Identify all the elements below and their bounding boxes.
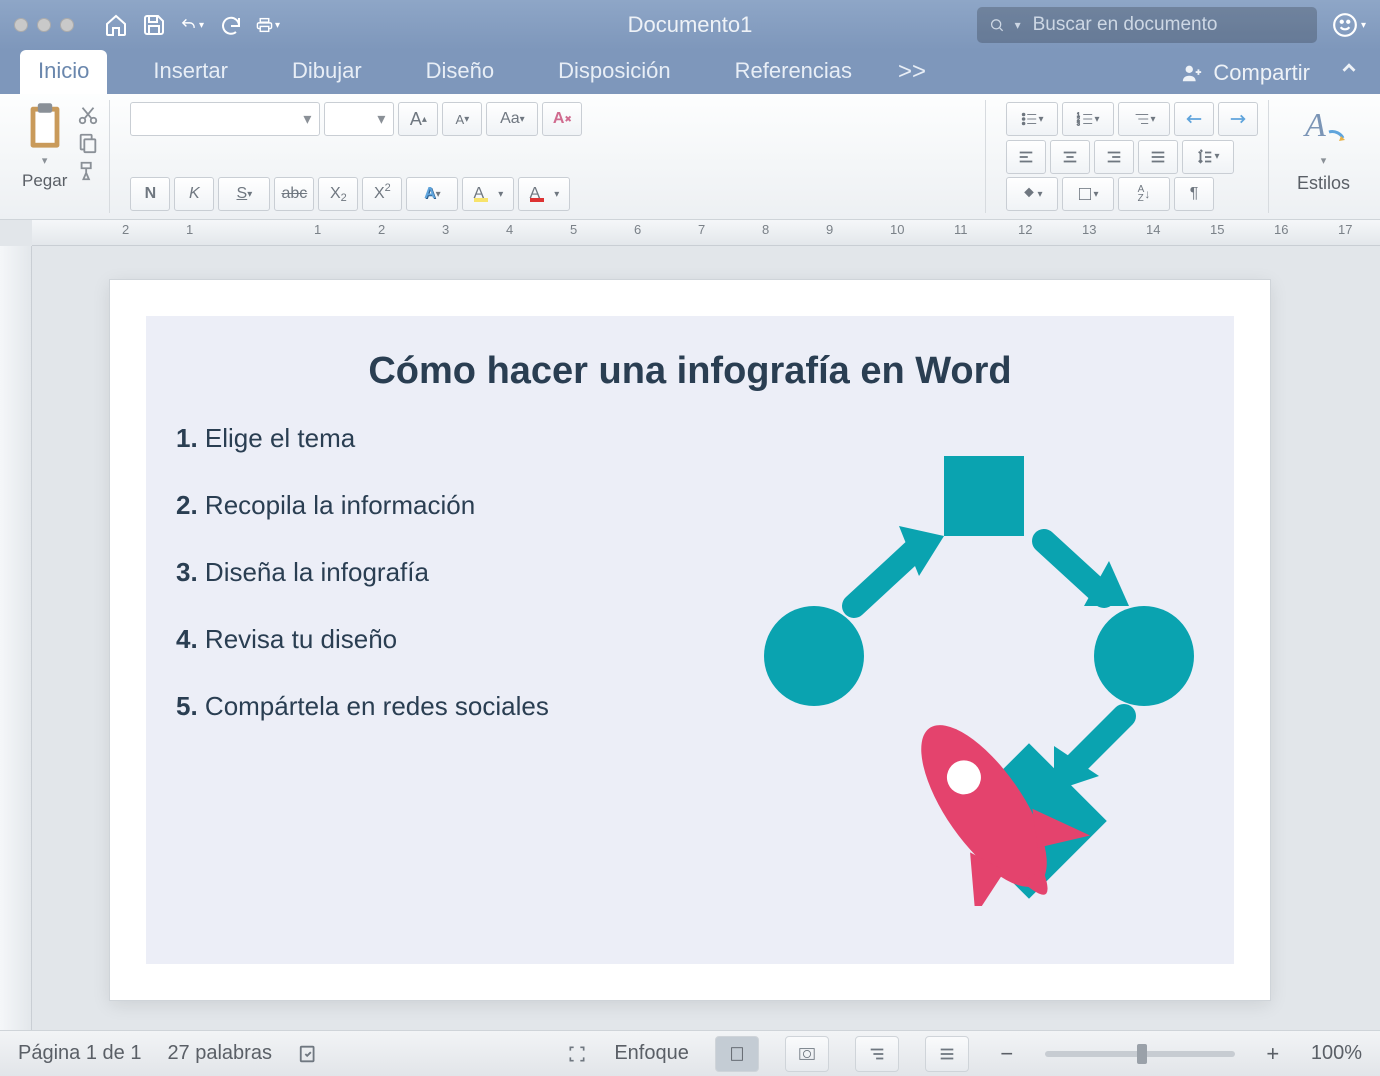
print-layout-view[interactable] [715, 1036, 759, 1072]
maximize-window-button[interactable] [60, 18, 74, 32]
zoom-out-button[interactable]: − [995, 1041, 1019, 1067]
paragraph-group: ▾ 123▾ ▾ ▾ ▾ ▾ A Z↓ ¶ [996, 100, 1269, 213]
styles-label: Estilos [1297, 173, 1350, 194]
tab-disposicion[interactable]: Disposición [540, 50, 689, 94]
styles-button[interactable]: A ▾ [1299, 102, 1347, 167]
bullets-button[interactable]: ▾ [1006, 102, 1058, 136]
font-color-button[interactable]: A ▾ [518, 177, 570, 211]
zoom-in-button[interactable]: + [1261, 1041, 1285, 1067]
document-title: Documento1 [628, 12, 753, 38]
paste-button[interactable]: ▾ Pegar [22, 102, 67, 191]
cycle-graphic [744, 446, 1204, 906]
cut-icon[interactable] [77, 104, 99, 126]
document-page[interactable]: Cómo hacer una infografía en Word 1. Eli… [110, 280, 1270, 1000]
line-spacing-button[interactable]: ▾ [1182, 140, 1234, 174]
align-left-button[interactable] [1006, 140, 1046, 174]
align-right-button[interactable] [1094, 140, 1134, 174]
font-family-combo[interactable]: ▾ [130, 102, 320, 136]
feedback-dropdown[interactable]: ▾ [1361, 20, 1366, 31]
paste-label: Pegar [22, 171, 67, 191]
italic-button[interactable]: K [174, 177, 214, 211]
change-case-button[interactable]: Aa ▾ [486, 102, 538, 136]
save-icon[interactable] [142, 13, 166, 37]
share-icon [1181, 62, 1203, 84]
clipboard-icon [25, 102, 65, 150]
quick-access-toolbar: ▾ ▾ [104, 13, 280, 37]
focus-mode-icon[interactable] [566, 1043, 588, 1065]
strikethrough-button[interactable]: abc [274, 177, 314, 211]
font-size-combo[interactable]: ▾ [324, 102, 394, 136]
subscript-button[interactable]: X2 [318, 177, 358, 211]
show-marks-button[interactable]: ¶ [1174, 177, 1214, 211]
document-area: 21123456789101112131415161718 Cómo hacer… [0, 220, 1380, 1030]
styles-icon: A [1299, 102, 1347, 150]
search-icon [989, 16, 1005, 34]
zoom-slider[interactable] [1045, 1051, 1235, 1057]
undo-icon[interactable]: ▾ [180, 13, 204, 37]
share-button[interactable]: Compartir [1181, 60, 1310, 94]
underline-button[interactable]: S ▾ [218, 177, 270, 211]
font-paragraph-group: ▾ ▾ A▴ A▾ Aa ▾ A✖ N K S ▾ abc X2 X2 A ▾ … [120, 100, 986, 213]
status-bar: Página 1 de 1 27 palabras Enfoque − + 10… [0, 1030, 1380, 1076]
search-box[interactable]: ▾ [977, 7, 1317, 43]
svg-text:A: A [1303, 107, 1326, 144]
tabs-overflow[interactable]: >> [898, 58, 926, 94]
vertical-ruler[interactable] [0, 246, 32, 1030]
focus-label[interactable]: Enfoque [614, 1042, 689, 1065]
print-icon[interactable]: ▾ [256, 13, 280, 37]
increase-indent-button[interactable] [1218, 102, 1258, 136]
tab-dibujar[interactable]: Dibujar [274, 50, 380, 94]
multilevel-list-button[interactable]: ▾ [1118, 102, 1170, 136]
numbering-button[interactable]: 123▾ [1062, 102, 1114, 136]
text-effects-button[interactable]: A ▾ [406, 177, 458, 211]
draft-view[interactable] [925, 1036, 969, 1072]
spellcheck-icon[interactable] [298, 1043, 320, 1065]
tab-inicio[interactable]: Inicio [20, 50, 107, 94]
decrease-indent-button[interactable] [1174, 102, 1214, 136]
infographic-box: Cómo hacer una infografía en Word 1. Eli… [146, 316, 1234, 964]
align-center-button[interactable] [1050, 140, 1090, 174]
highlight-button[interactable]: A ▾ [462, 177, 514, 211]
share-label: Compartir [1213, 60, 1310, 86]
infographic-title: Cómo hacer una infografía en Word [146, 316, 1234, 403]
collapse-ribbon-icon[interactable] [1338, 57, 1360, 94]
copy-icon[interactable] [77, 132, 99, 154]
title-bar: ▾ ▾ Documento1 ▾ ▾ [0, 0, 1380, 50]
zoom-level[interactable]: 100% [1311, 1042, 1362, 1065]
clear-formatting-button[interactable]: A✖ [542, 102, 582, 136]
clipboard-group: ▾ Pegar [12, 100, 110, 213]
search-input[interactable] [1031, 13, 1305, 37]
bold-button[interactable]: N [130, 177, 170, 211]
outline-view[interactable] [855, 1036, 899, 1072]
close-window-button[interactable] [14, 18, 28, 32]
shading-button[interactable]: ▾ [1006, 177, 1058, 211]
ribbon: ▾ Pegar ▾ ▾ A▴ A▾ Aa ▾ A✖ N K S ▾ abc X2… [0, 94, 1380, 220]
page-indicator[interactable]: Página 1 de 1 [18, 1042, 141, 1065]
tab-insertar[interactable]: Insertar [135, 50, 246, 94]
svg-text:3: 3 [1077, 121, 1080, 127]
sort-button[interactable]: A Z↓ [1118, 177, 1170, 211]
home-icon[interactable] [104, 13, 128, 37]
web-layout-view[interactable] [785, 1036, 829, 1072]
justify-button[interactable] [1138, 140, 1178, 174]
redo-icon[interactable] [218, 13, 242, 37]
tab-diseno[interactable]: Diseño [408, 50, 512, 94]
borders-button[interactable]: ▾ [1062, 177, 1114, 211]
minimize-window-button[interactable] [37, 18, 51, 32]
word-count[interactable]: 27 palabras [167, 1042, 272, 1065]
styles-group: A ▾ Estilos [1279, 100, 1368, 213]
window-controls [14, 18, 74, 32]
decrease-font-button[interactable]: A▾ [442, 102, 482, 136]
increase-font-button[interactable]: A▴ [398, 102, 438, 136]
tab-referencias[interactable]: Referencias [717, 50, 870, 94]
ribbon-tabs: Inicio Insertar Dibujar Diseño Disposici… [0, 50, 1380, 94]
format-painter-icon[interactable] [77, 160, 99, 182]
superscript-button[interactable]: X2 [362, 177, 402, 211]
horizontal-ruler[interactable]: 21123456789101112131415161718 [32, 220, 1380, 246]
feedback-icon[interactable] [1331, 11, 1359, 39]
